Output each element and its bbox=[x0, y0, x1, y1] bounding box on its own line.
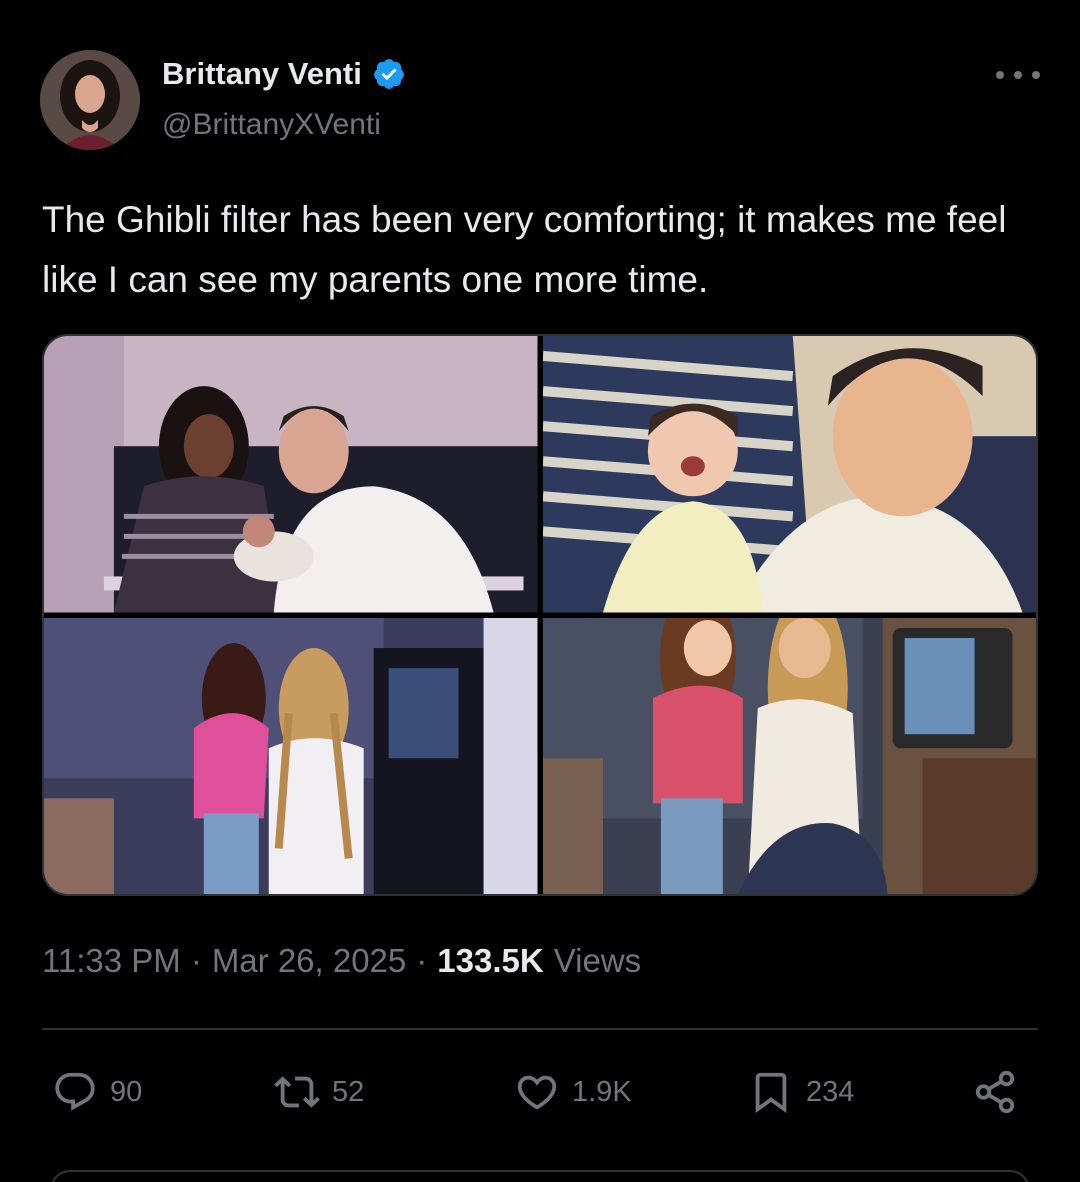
reply-count: 90 bbox=[110, 1075, 143, 1108]
like-count: 1.9K bbox=[572, 1075, 632, 1108]
author-handle[interactable]: @BrittanyXVenti bbox=[162, 108, 381, 142]
avatar-image bbox=[40, 50, 140, 150]
bookmark-icon bbox=[755, 1072, 787, 1113]
photo-girls-original[interactable] bbox=[44, 617, 538, 894]
photo-girls-ghibli[interactable] bbox=[542, 617, 1036, 894]
bookmark-count: 234 bbox=[806, 1075, 855, 1108]
views-label: Views bbox=[553, 942, 642, 979]
photo-family-ghibli[interactable] bbox=[542, 336, 1036, 613]
name-row: Brittany Venti bbox=[162, 56, 406, 92]
media-grid bbox=[42, 334, 1038, 896]
repost-button[interactable]: 52 bbox=[274, 1065, 364, 1119]
photo-family-original[interactable] bbox=[44, 336, 538, 613]
tweet-header: Brittany Venti @BrittanyXVenti bbox=[40, 50, 1040, 150]
divider bbox=[42, 1028, 1038, 1030]
meta-separator: · bbox=[416, 942, 428, 979]
avatar[interactable] bbox=[40, 50, 140, 150]
photo-family-original-image bbox=[44, 336, 538, 613]
tweet-time[interactable]: 11:33 PM bbox=[42, 942, 181, 980]
reply-composer-edge bbox=[50, 1170, 1030, 1182]
more-dot bbox=[1014, 71, 1022, 79]
reply-button[interactable]: 90 bbox=[52, 1065, 142, 1119]
display-name[interactable]: Brittany Venti bbox=[162, 56, 362, 92]
views-count[interactable]: 133.5K bbox=[437, 942, 543, 980]
bookmark-button[interactable]: 234 bbox=[748, 1065, 854, 1119]
photo-girls-ghibli-image bbox=[542, 617, 1036, 894]
repost-icon bbox=[274, 1076, 320, 1108]
photo-family-ghibli-image bbox=[542, 336, 1036, 613]
more-options-icon[interactable] bbox=[996, 60, 1040, 90]
action-bar: 90 52 1.9K 234 bbox=[52, 1065, 1030, 1119]
verified-badge-icon bbox=[373, 59, 404, 89]
tweet-date[interactable]: Mar 26, 2025 bbox=[212, 942, 406, 980]
heart-icon bbox=[517, 1075, 557, 1110]
reply-icon bbox=[55, 1072, 95, 1111]
repost-count: 52 bbox=[332, 1075, 365, 1108]
tweet-text: The Ghibli filter has been very comforti… bbox=[42, 199, 1007, 300]
tweet-meta: 11:33 PM · Mar 26, 2025 · 133.5K Views bbox=[42, 942, 641, 980]
more-dot bbox=[1032, 71, 1040, 79]
share-icon bbox=[975, 1070, 1015, 1114]
share-button[interactable] bbox=[972, 1065, 1018, 1119]
like-button[interactable]: 1.9K bbox=[514, 1065, 632, 1119]
meta-separator: · bbox=[190, 942, 202, 979]
more-dot bbox=[996, 71, 1004, 79]
photo-girls-original-image bbox=[44, 617, 538, 894]
